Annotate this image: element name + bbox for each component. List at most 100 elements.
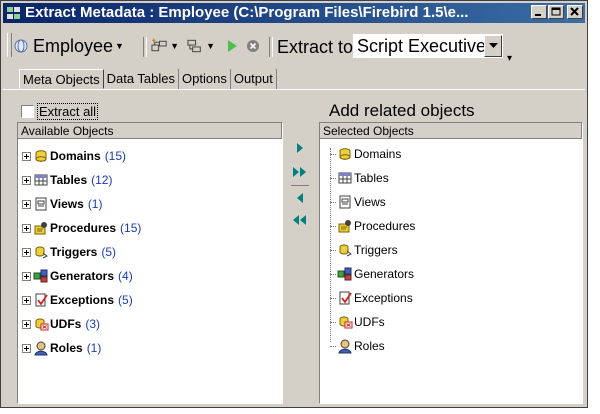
tree-connector [330,225,336,227]
tree-item-name: Triggers [354,243,398,257]
selected-tree-item[interactable]: Procedures [330,217,415,235]
tree-item-count: (3) [85,317,101,331]
start-extract-button[interactable] [225,35,241,57]
extract-to-dropdown-button[interactable] [484,35,502,57]
add-related-objects-heading: Add related objects [329,101,475,120]
tree-item-count: (15) [120,221,142,235]
toolbar-grip[interactable] [7,33,12,57]
remove-selected-button[interactable] [287,189,313,207]
tree-connector [330,153,336,155]
selected-tree-item[interactable]: Roles [330,337,385,355]
tab-options[interactable]: Options [179,69,231,89]
table-icon [338,172,352,184]
toolbar-overflow-icon[interactable]: ▾ [507,53,512,64]
app-icon [7,7,20,19]
transfer-divider [291,185,309,186]
double-arrow-left-icon [293,215,306,225]
close-icon [570,7,579,16]
selected-tree-item[interactable]: Generators [330,265,414,283]
stop-icon [247,40,259,52]
tree-item-name: Domains [354,147,402,161]
role-icon [338,339,352,354]
tree-item-name: Procedures [50,221,117,235]
tree-connector [330,345,336,347]
tree-item-name: UDFs [354,315,385,329]
extract-to-value: Script Executive [357,36,487,56]
select-objects-icon [187,39,201,53]
domain-icon [35,150,47,162]
available-tree-item[interactable]: Domains (15) [22,147,126,165]
arrow-right-icon [297,143,303,153]
expand-icon[interactable] [22,271,31,281]
title-bar[interactable]: Extract Metadata : Employee (C:\Program … [3,3,585,23]
selected-tree-item[interactable]: Views [330,193,386,211]
tab-output[interactable]: Output [231,69,277,89]
selected-tree-item[interactable]: Exceptions [330,289,413,307]
table-icon [34,174,48,186]
selected-tree-item[interactable]: Triggers [330,241,398,259]
tree-item-name: Views [50,197,84,211]
stop-extract-button[interactable] [245,35,261,57]
available-objects-panel[interactable]: Available Objects Domains (15) Tables (12) V… [17,122,283,404]
minimize-button[interactable] [531,5,547,19]
trigger-icon [339,244,352,257]
tree-connector [330,321,336,323]
available-tree-item[interactable]: Exceptions (5) [22,291,133,309]
chevron-down-icon: ▼ [206,41,215,51]
selected-tree-item[interactable]: Tables [330,169,389,187]
remove-all-button[interactable] [287,211,313,229]
extract-to-combo[interactable]: Script Executive [353,34,503,58]
selected-tree-item[interactable]: Domains [330,145,401,163]
selected-tree-item[interactable]: UDFs [330,313,385,331]
expand-icon[interactable] [22,319,31,329]
database-dropdown[interactable]: Employee ▼ [13,35,137,57]
maximize-icon [551,7,561,16]
procedure-icon [338,220,351,233]
tab-data-tables[interactable]: Data Tables [104,69,180,89]
tree-item-name: Procedures [354,219,416,233]
available-tree-item[interactable]: UDFs (3) [22,315,100,333]
play-icon [228,40,237,52]
available-tree-item[interactable]: Procedures (15) [22,219,141,237]
expand-icon[interactable] [22,151,31,161]
tree-item-count: (1) [87,197,103,211]
extract-all-checkbox[interactable] [21,105,34,118]
toolbar-separator [269,37,273,57]
expand-icon[interactable] [22,343,31,353]
tree-item-name: Roles [354,339,385,353]
role-icon [34,341,48,356]
select-objects-button[interactable]: ▼ [187,35,215,57]
available-tree-item[interactable]: Tables (12) [22,171,112,189]
add-objects-button[interactable]: ▼ [151,35,179,57]
expand-icon[interactable] [22,175,31,185]
database-name: Employee [33,35,114,56]
database-icon [14,39,28,53]
available-tree-item[interactable]: Views (1) [22,195,102,213]
available-tree-item[interactable]: Triggers (5) [22,243,116,261]
available-tree-item[interactable]: Generators (4) [22,267,133,285]
tree-item-count: (1) [86,341,102,355]
tree-item-count: (4) [118,269,133,283]
expand-icon[interactable] [22,199,31,209]
available-tree-item[interactable]: Roles (1) [22,339,101,357]
close-button[interactable] [567,5,583,19]
tree-item-name: Tables [354,171,389,185]
tree-connector [330,201,336,203]
extract-all-checkbox-row[interactable]: Extract all [21,103,99,120]
expand-icon[interactable] [22,223,31,233]
tree-item-name: Generators [50,269,115,283]
expand-icon[interactable] [22,295,31,305]
add-all-button[interactable] [287,163,313,181]
tree-connector [330,249,336,251]
tab-meta-objects[interactable]: Meta Objects [19,69,104,89]
generator-icon [337,267,352,281]
extract-metadata-window: Extract Metadata : Employee (C:\Program … [0,0,588,408]
maximize-button[interactable] [548,5,564,19]
selected-objects-panel[interactable]: Selected Objects Domains Tables Views Proce… [319,122,583,404]
expand-icon[interactable] [22,247,31,257]
toolbar: Employee ▼ ▼ ▼ Extract to Script Executi… [3,25,585,65]
view-icon [35,197,47,211]
tree-item-name: Roles [50,341,83,355]
extract-to-label: Extract to [277,37,354,57]
add-selected-button[interactable] [287,139,313,157]
